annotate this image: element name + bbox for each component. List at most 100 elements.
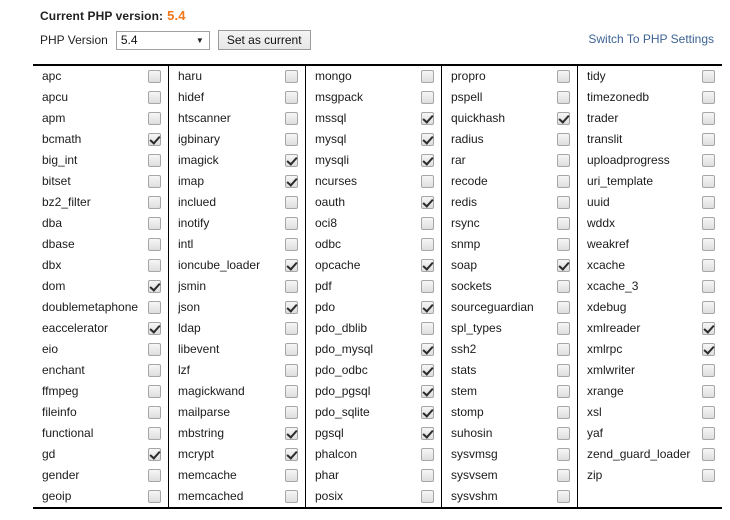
- extension-checkbox-phalcon[interactable]: [421, 448, 434, 461]
- extension-checkbox-wddx[interactable]: [702, 217, 715, 230]
- extension-checkbox-xcache_3[interactable]: [702, 280, 715, 293]
- extension-checkbox-libevent[interactable]: [285, 343, 298, 356]
- extension-checkbox-eaccelerator[interactable]: [148, 322, 161, 335]
- extension-checkbox-lzf[interactable]: [285, 364, 298, 377]
- extension-checkbox-eio[interactable]: [148, 343, 161, 356]
- extension-checkbox-recode[interactable]: [557, 175, 570, 188]
- extension-checkbox-tidy[interactable]: [702, 70, 715, 83]
- extension-checkbox-pdo_sqlite[interactable]: [421, 406, 434, 419]
- extension-checkbox-mssql[interactable]: [421, 112, 434, 125]
- extension-checkbox-translit[interactable]: [702, 133, 715, 146]
- extension-checkbox-sockets[interactable]: [557, 280, 570, 293]
- extension-checkbox-imap[interactable]: [285, 175, 298, 188]
- extension-checkbox-magickwand[interactable]: [285, 385, 298, 398]
- extension-checkbox-redis[interactable]: [557, 196, 570, 209]
- extension-checkbox-snmp[interactable]: [557, 238, 570, 251]
- extension-checkbox-stats[interactable]: [557, 364, 570, 377]
- extension-checkbox-xcache[interactable]: [702, 259, 715, 272]
- extension-checkbox-geoip[interactable]: [148, 490, 161, 503]
- extension-checkbox-uploadprogress[interactable]: [702, 154, 715, 167]
- extension-checkbox-sysvmsg[interactable]: [557, 448, 570, 461]
- extension-checkbox-mysqli[interactable]: [421, 154, 434, 167]
- extension-checkbox-pdo_dblib[interactable]: [421, 322, 434, 335]
- extension-checkbox-jsmin[interactable]: [285, 280, 298, 293]
- extension-checkbox-bz2_filter[interactable]: [148, 196, 161, 209]
- extension-checkbox-gd[interactable]: [148, 448, 161, 461]
- extension-checkbox-inclued[interactable]: [285, 196, 298, 209]
- extension-checkbox-memcached[interactable]: [285, 490, 298, 503]
- php-version-select[interactable]: 5.4 ▼: [115, 30, 210, 50]
- extension-checkbox-pgsql[interactable]: [421, 427, 434, 440]
- extension-checkbox-quickhash[interactable]: [557, 112, 570, 125]
- extension-checkbox-inotify[interactable]: [285, 217, 298, 230]
- extension-checkbox-radius[interactable]: [557, 133, 570, 146]
- extension-checkbox-pdo_mysql[interactable]: [421, 343, 434, 356]
- extension-checkbox-big_int[interactable]: [148, 154, 161, 167]
- extension-checkbox-rar[interactable]: [557, 154, 570, 167]
- extension-checkbox-odbc[interactable]: [421, 238, 434, 251]
- extension-checkbox-imagick[interactable]: [285, 154, 298, 167]
- extension-checkbox-timezonedb[interactable]: [702, 91, 715, 104]
- extension-checkbox-oci8[interactable]: [421, 217, 434, 230]
- extension-checkbox-uuid[interactable]: [702, 196, 715, 209]
- extension-checkbox-ssh2[interactable]: [557, 343, 570, 356]
- extension-checkbox-weakref[interactable]: [702, 238, 715, 251]
- extension-checkbox-haru[interactable]: [285, 70, 298, 83]
- extension-checkbox-xsl[interactable]: [702, 406, 715, 419]
- extension-checkbox-ffmpeg[interactable]: [148, 385, 161, 398]
- extension-checkbox-ldap[interactable]: [285, 322, 298, 335]
- extension-checkbox-pdo[interactable]: [421, 301, 434, 314]
- extension-checkbox-dba[interactable]: [148, 217, 161, 230]
- extension-checkbox-phar[interactable]: [421, 469, 434, 482]
- extension-checkbox-fileinfo[interactable]: [148, 406, 161, 419]
- extension-checkbox-pdo_odbc[interactable]: [421, 364, 434, 377]
- extension-checkbox-mcrypt[interactable]: [285, 448, 298, 461]
- extension-checkbox-apm[interactable]: [148, 112, 161, 125]
- extension-checkbox-xmlreader[interactable]: [702, 322, 715, 335]
- extension-checkbox-spl_types[interactable]: [557, 322, 570, 335]
- extension-checkbox-apc[interactable]: [148, 70, 161, 83]
- extension-checkbox-msgpack[interactable]: [421, 91, 434, 104]
- extension-checkbox-pdo_pgsql[interactable]: [421, 385, 434, 398]
- extension-checkbox-htscanner[interactable]: [285, 112, 298, 125]
- extension-checkbox-pspell[interactable]: [557, 91, 570, 104]
- extension-checkbox-bcmath[interactable]: [148, 133, 161, 146]
- extension-checkbox-gender[interactable]: [148, 469, 161, 482]
- extension-checkbox-stem[interactable]: [557, 385, 570, 398]
- extension-checkbox-stomp[interactable]: [557, 406, 570, 419]
- extension-checkbox-intl[interactable]: [285, 238, 298, 251]
- extension-checkbox-xrange[interactable]: [702, 385, 715, 398]
- extension-checkbox-doublemetaphone[interactable]: [148, 301, 161, 314]
- extension-checkbox-enchant[interactable]: [148, 364, 161, 377]
- extension-checkbox-oauth[interactable]: [421, 196, 434, 209]
- set-as-current-button[interactable]: Set as current: [217, 30, 311, 50]
- extension-checkbox-trader[interactable]: [702, 112, 715, 125]
- extension-checkbox-xmlrpc[interactable]: [702, 343, 715, 356]
- extension-checkbox-soap[interactable]: [557, 259, 570, 272]
- extension-checkbox-pdf[interactable]: [421, 280, 434, 293]
- extension-checkbox-dbase[interactable]: [148, 238, 161, 251]
- extension-checkbox-sysvsem[interactable]: [557, 469, 570, 482]
- extension-checkbox-zend_guard_loader[interactable]: [702, 448, 715, 461]
- extension-checkbox-zip[interactable]: [702, 469, 715, 482]
- extension-checkbox-opcache[interactable]: [421, 259, 434, 272]
- extension-checkbox-xmlwriter[interactable]: [702, 364, 715, 377]
- extension-checkbox-dom[interactable]: [148, 280, 161, 293]
- extension-checkbox-hidef[interactable]: [285, 91, 298, 104]
- extension-checkbox-posix[interactable]: [421, 490, 434, 503]
- extension-checkbox-mysql[interactable]: [421, 133, 434, 146]
- extension-checkbox-mongo[interactable]: [421, 70, 434, 83]
- extension-checkbox-igbinary[interactable]: [285, 133, 298, 146]
- extension-checkbox-json[interactable]: [285, 301, 298, 314]
- extension-checkbox-ioncube_loader[interactable]: [285, 259, 298, 272]
- extension-checkbox-apcu[interactable]: [148, 91, 161, 104]
- extension-checkbox-memcache[interactable]: [285, 469, 298, 482]
- extension-checkbox-rsync[interactable]: [557, 217, 570, 230]
- extension-checkbox-bitset[interactable]: [148, 175, 161, 188]
- extension-checkbox-propro[interactable]: [557, 70, 570, 83]
- extension-checkbox-mailparse[interactable]: [285, 406, 298, 419]
- extension-checkbox-sysvshm[interactable]: [557, 490, 570, 503]
- extension-checkbox-sourceguardian[interactable]: [557, 301, 570, 314]
- extension-checkbox-functional[interactable]: [148, 427, 161, 440]
- extension-checkbox-uri_template[interactable]: [702, 175, 715, 188]
